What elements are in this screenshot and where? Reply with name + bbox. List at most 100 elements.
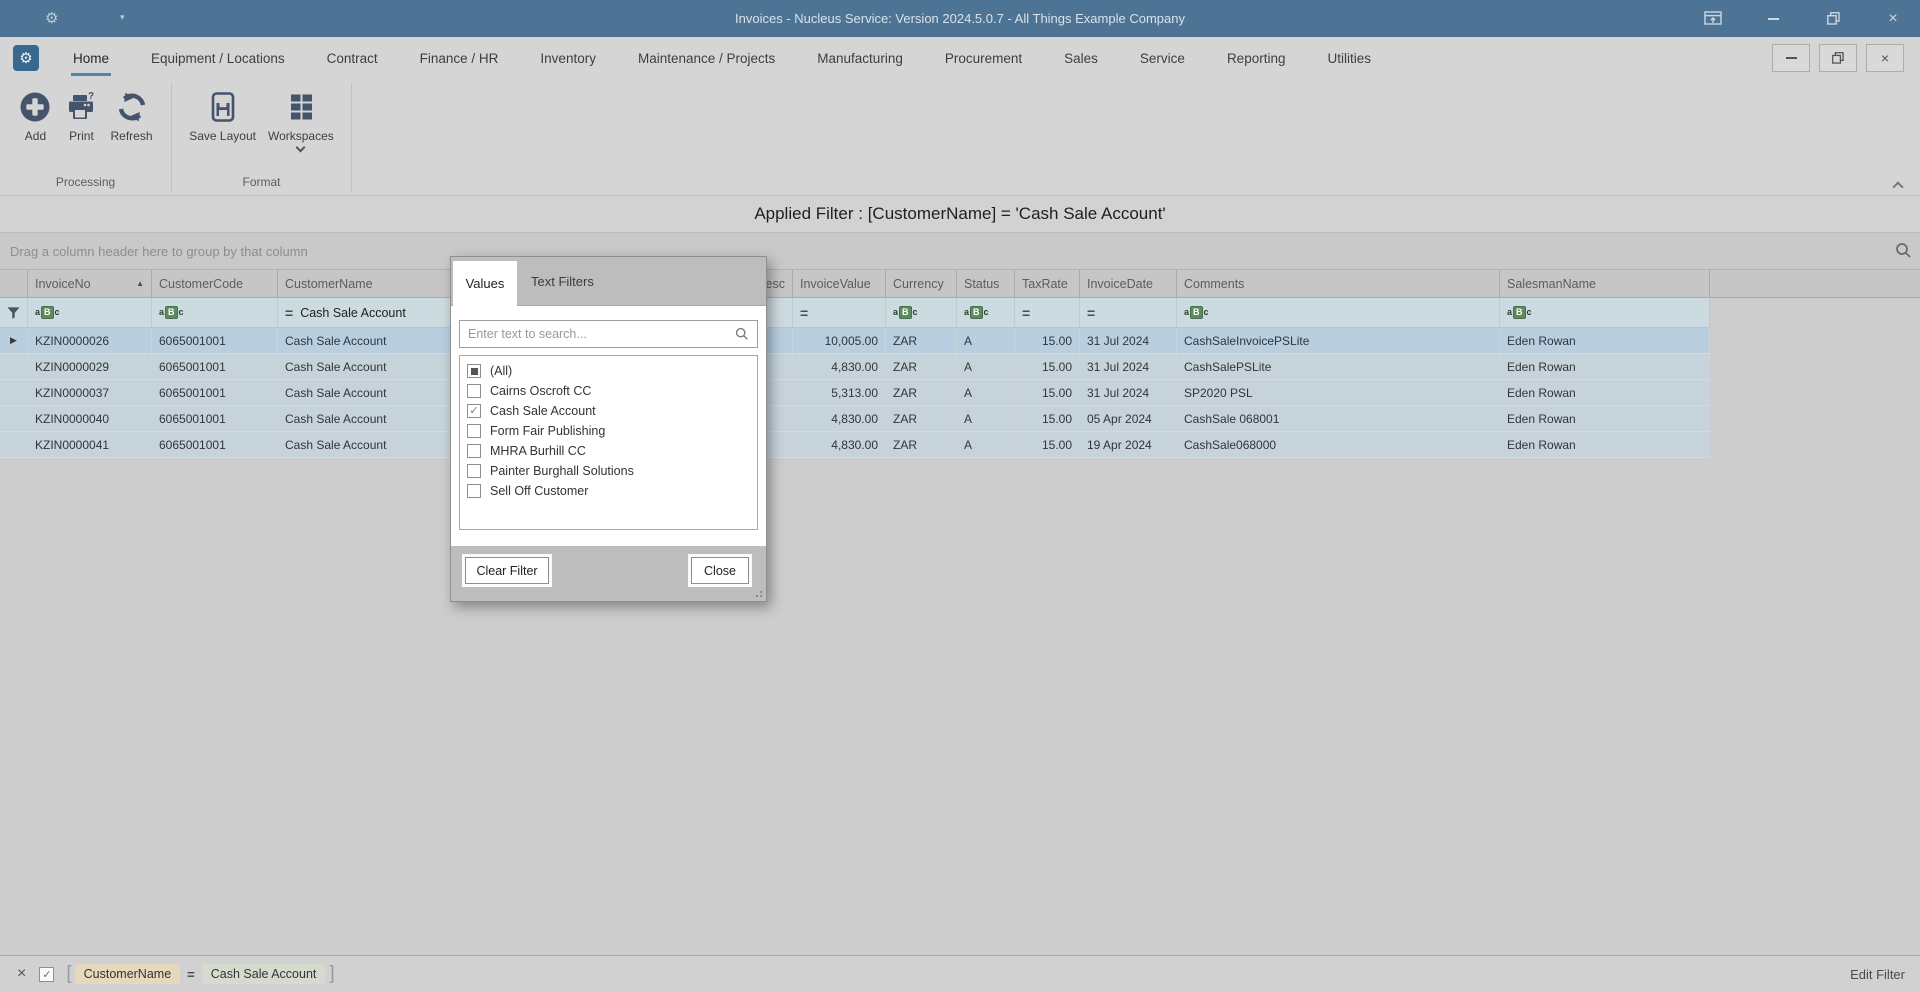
grid-cell[interactable]: Cash Sale Account <box>278 328 455 353</box>
grid-cell[interactable]: 6065001001 <box>152 432 278 457</box>
filter-value-item[interactable]: Cash Sale Account <box>460 401 757 421</box>
column-header-customercode[interactable]: CustomerCode <box>152 270 278 297</box>
checkbox-unchecked[interactable] <box>467 484 481 498</box>
filter-value-item[interactable]: (All) <box>460 361 757 381</box>
grid-cell[interactable]: Cash Sale Account <box>278 354 455 379</box>
table-row[interactable]: ▶ KZIN0000026 6065001001 Cash Sale Account 1… <box>0 328 1710 354</box>
column-header-invoiceno[interactable]: InvoiceNo ▲ <box>28 270 152 297</box>
filter-value-chip[interactable]: Cash Sale Account <box>201 964 326 984</box>
filter-cell-customercode[interactable]: aBc <box>152 298 278 327</box>
minimize-button[interactable] <box>1763 9 1783 29</box>
search-input[interactable] <box>468 327 735 341</box>
grid-cell[interactable]: KZIN0000041 <box>28 432 152 457</box>
filter-cell-invoicevalue[interactable]: = <box>793 298 886 327</box>
remove-filter-icon[interactable]: × <box>17 966 26 982</box>
ribbon-tab-maintenance-projects[interactable]: Maintenance / Projects <box>617 37 796 80</box>
print-button[interactable]: ? Print <box>59 88 103 145</box>
filter-cell-invoicedate[interactable]: = <box>1080 298 1177 327</box>
checkbox-unchecked[interactable] <box>467 424 481 438</box>
filter-field-chip[interactable]: CustomerName <box>74 964 181 984</box>
grid-cell[interactable]: 05 Apr 2024 <box>1080 406 1177 431</box>
grid-cell[interactable]: ZAR <box>886 354 957 379</box>
document-minimize-button[interactable] <box>1772 44 1810 72</box>
grid-cell[interactable]: KZIN0000029 <box>28 354 152 379</box>
checkbox-indeterminate[interactable] <box>467 364 481 378</box>
column-header-currency[interactable]: Currency <box>886 270 957 297</box>
ribbon-tab-sales[interactable]: Sales <box>1043 37 1119 80</box>
table-row[interactable]: KZIN0000040 6065001001 Cash Sale Account 4,… <box>0 406 1710 432</box>
ribbon-tab-service[interactable]: Service <box>1119 37 1206 80</box>
ribbon-tab-home[interactable]: Home <box>52 37 130 80</box>
grid-cell[interactable]: CashSale068000 <box>1177 432 1500 457</box>
grid-cell[interactable]: Eden Rowan <box>1500 432 1710 457</box>
ribbon-tab-contract[interactable]: Contract <box>306 37 399 80</box>
column-header-salesmanname[interactable]: SalesmanName <box>1500 270 1710 297</box>
app-icon[interactable]: ⚙ <box>13 45 39 71</box>
save-layout-button[interactable]: Save Layout <box>184 88 261 145</box>
grid-cell[interactable]: 15.00 <box>1015 432 1080 457</box>
grid-cell[interactable]: 31 Jul 2024 <box>1080 354 1177 379</box>
filter-cell-taxrate[interactable]: = <box>1015 298 1080 327</box>
ribbon-tab-utilities[interactable]: Utilities <box>1306 37 1392 80</box>
ribbon-tab-procurement[interactable]: Procurement <box>924 37 1043 80</box>
group-by-panel[interactable]: Drag a column header here to group by th… <box>0 232 1920 270</box>
column-header-taxrate[interactable]: TaxRate <box>1015 270 1080 297</box>
grid-cell[interactable]: 6065001001 <box>152 380 278 405</box>
column-header-customername[interactable]: CustomerName <box>278 270 455 297</box>
grid-cell[interactable]: 4,830.00 <box>793 354 886 379</box>
filter-row-funnel[interactable] <box>0 298 28 327</box>
checkbox-checked[interactable] <box>467 404 481 418</box>
filter-enabled-checkbox[interactable]: ✓ <box>39 966 55 982</box>
grid-cell[interactable]: 15.00 <box>1015 328 1080 353</box>
grid-cell[interactable]: A <box>957 406 1015 431</box>
grid-cell[interactable]: 15.00 <box>1015 354 1080 379</box>
edit-filter-button[interactable]: Edit Filter <box>1850 967 1905 982</box>
grid-cell[interactable]: Cash Sale Account <box>278 406 455 431</box>
checkbox-unchecked[interactable] <box>467 464 481 478</box>
filter-cell-comments[interactable]: aBc <box>1177 298 1500 327</box>
grid-cell[interactable]: Eden Rowan <box>1500 328 1710 353</box>
clear-filter-button[interactable]: Clear Filter <box>465 557 549 584</box>
refresh-button[interactable]: Refresh <box>105 88 157 145</box>
table-row[interactable]: KZIN0000041 6065001001 Cash Sale Account 4,… <box>0 432 1710 458</box>
column-header-invoicedate[interactable]: InvoiceDate <box>1080 270 1177 297</box>
grid-cell[interactable]: 4,830.00 <box>793 406 886 431</box>
grid-cell[interactable]: 5,313.00 <box>793 380 886 405</box>
restore-button[interactable] <box>1823 9 1843 29</box>
add-button[interactable]: Add <box>13 88 57 145</box>
ribbon-tab-equipment-locations[interactable]: Equipment / Locations <box>130 37 306 80</box>
grid-cell[interactable]: SP2020 PSL <box>1177 380 1500 405</box>
grid-cell[interactable]: A <box>957 380 1015 405</box>
table-row[interactable]: KZIN0000037 6065001001 Cash Sale Account 5,… <box>0 380 1710 406</box>
close-button[interactable]: × <box>1883 9 1903 29</box>
table-row[interactable]: KZIN0000029 6065001001 Cash Sale Account 4,… <box>0 354 1710 380</box>
column-header-invoicevalue[interactable]: InvoiceValue <box>793 270 886 297</box>
grid-cell[interactable]: KZIN0000037 <box>28 380 152 405</box>
grid-cell[interactable]: A <box>957 354 1015 379</box>
grid-cell[interactable]: Eden Rowan <box>1500 380 1710 405</box>
grid-cell[interactable]: ZAR <box>886 328 957 353</box>
grid-cell[interactable]: Eden Rowan <box>1500 354 1710 379</box>
grid-cell[interactable]: Eden Rowan <box>1500 406 1710 431</box>
tab-text-filters[interactable]: Text Filters <box>531 257 594 305</box>
ribbon-tab-finance-hr[interactable]: Finance / HR <box>399 37 520 80</box>
filter-value-item[interactable]: Sell Off Customer <box>460 481 757 501</box>
ribbon-tab-inventory[interactable]: Inventory <box>519 37 617 80</box>
ribbon-tab-reporting[interactable]: Reporting <box>1206 37 1307 80</box>
close-button[interactable]: Close <box>691 557 749 584</box>
grid-cell[interactable]: KZIN0000026 <box>28 328 152 353</box>
collapse-ribbon-chevron[interactable] <box>1892 180 1904 193</box>
grid-cell[interactable]: A <box>957 328 1015 353</box>
resize-grip[interactable] <box>753 588 763 598</box>
ribbon-display-options-icon[interactable] <box>1703 9 1723 29</box>
filter-cell-customername[interactable]: = Cash Sale Account <box>278 298 455 327</box>
filter-value-item[interactable]: Form Fair Publishing <box>460 421 757 441</box>
grid-cell[interactable]: 6065001001 <box>152 406 278 431</box>
grid-cell[interactable]: KZIN0000040 <box>28 406 152 431</box>
filter-cell-currency[interactable]: aBc <box>886 298 957 327</box>
grid-cell[interactable]: 4,830.00 <box>793 432 886 457</box>
document-close-button[interactable]: × <box>1866 44 1904 72</box>
checkbox-unchecked[interactable] <box>467 444 481 458</box>
grid-cell[interactable]: 31 Jul 2024 <box>1080 328 1177 353</box>
search-icon[interactable] <box>1895 242 1912 262</box>
